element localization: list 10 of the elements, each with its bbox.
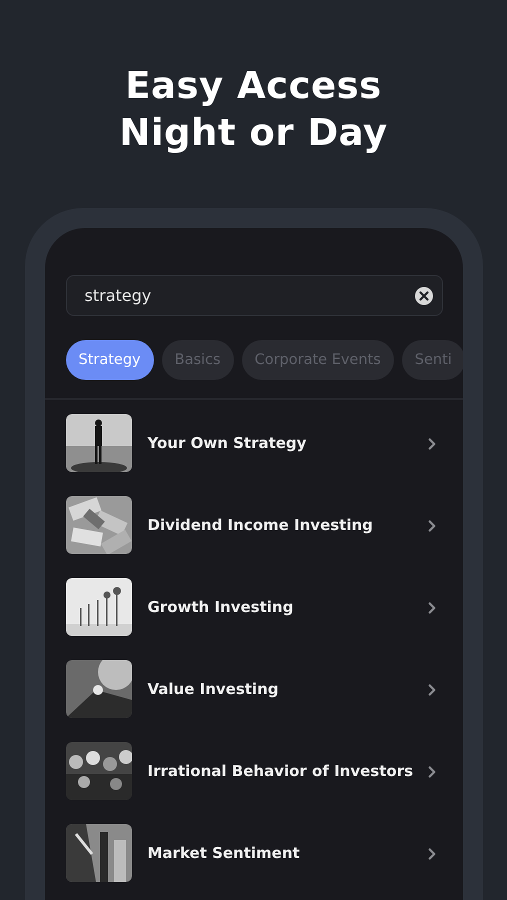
headline: Night or Day bbox=[119, 110, 388, 156]
course-title[interactable]: Value Investing bbox=[148, 680, 422, 698]
course-title[interactable]: Market Sentiment bbox=[148, 844, 422, 862]
course-title[interactable]: Dividend Income Investing bbox=[148, 516, 422, 534]
headline: Easy Access bbox=[125, 63, 382, 109]
course-title[interactable]: Your Own Strategy bbox=[148, 434, 422, 452]
search-field[interactable]: strategy bbox=[66, 275, 442, 316]
clear-icon[interactable] bbox=[414, 286, 432, 304]
course-title[interactable]: Growth Investing bbox=[148, 598, 422, 616]
course-title[interactable]: Irrational Behavior of Investors bbox=[148, 762, 422, 780]
